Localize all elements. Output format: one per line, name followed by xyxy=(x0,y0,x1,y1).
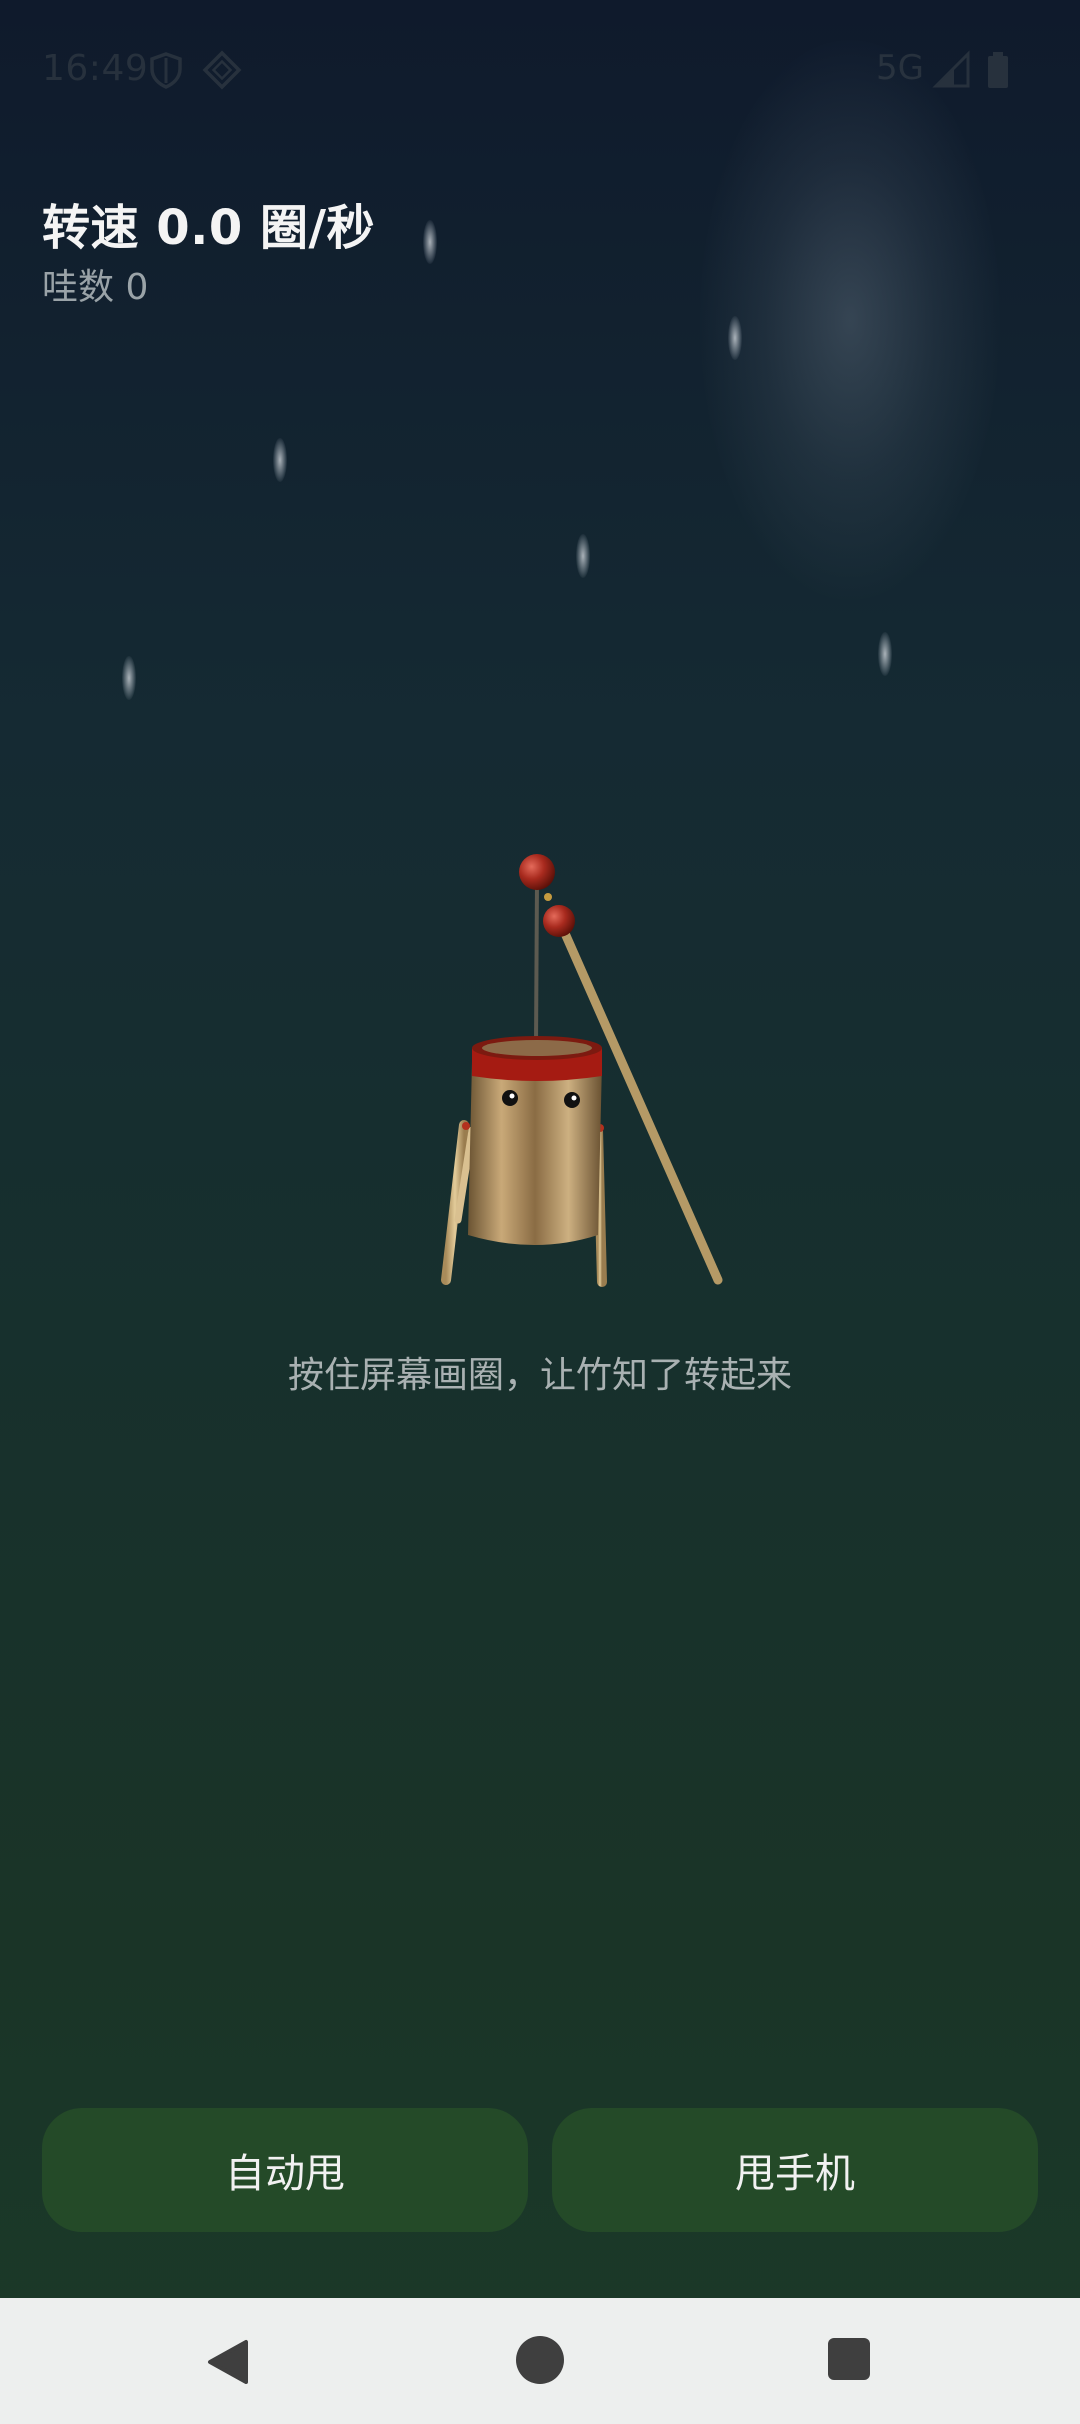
rain-drop xyxy=(423,220,437,264)
navigation-bar xyxy=(0,2298,1080,2424)
instruction-hint: 按住屏幕画圈，让竹知了转起来 xyxy=(287,1355,792,1396)
red-bead xyxy=(519,854,555,890)
shield-icon xyxy=(150,52,182,89)
rain-drop xyxy=(576,534,590,578)
status-time: 16:49 xyxy=(42,48,149,89)
home-icon[interactable] xyxy=(516,2336,564,2384)
moon-glow xyxy=(700,40,1000,600)
red-bead xyxy=(543,905,575,937)
rotation-speed: 转速 0.0 圈/秒 xyxy=(42,200,375,256)
recents-icon[interactable] xyxy=(828,2338,870,2380)
app-screen[interactable]: 16:49 5G 转速 0.0 圈/秒 哇数 0 xyxy=(0,0,1080,2424)
rain-drop xyxy=(273,438,287,482)
shake-phone-button[interactable]: 甩手机 xyxy=(552,2108,1038,2232)
rain-drop xyxy=(728,316,742,360)
auto-swing-button[interactable]: 自动甩 xyxy=(42,2108,528,2232)
signal-icon xyxy=(932,50,970,88)
rain-drop xyxy=(878,632,892,676)
bamboo-body xyxy=(468,1062,602,1245)
vpn-diamond-icon xyxy=(202,50,242,90)
wa-count: 哇数 0 xyxy=(42,267,149,308)
back-icon[interactable] xyxy=(204,2338,252,2386)
battery-icon xyxy=(988,52,1008,88)
rain-drop xyxy=(122,656,136,700)
string xyxy=(534,879,539,1047)
bamboo-cicada-toy[interactable] xyxy=(420,840,740,1300)
